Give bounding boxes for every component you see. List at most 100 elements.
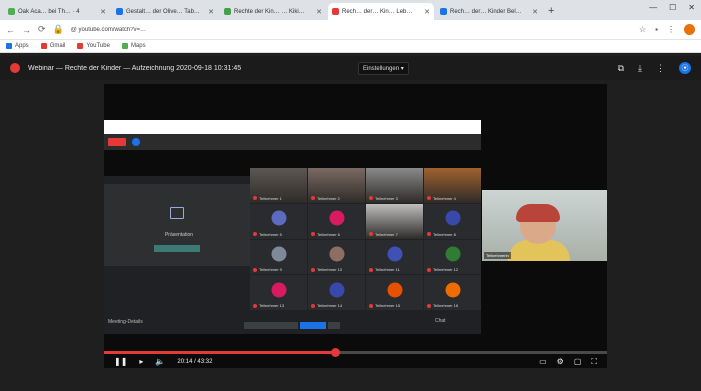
watch-later-icon[interactable]: ⧉ [618, 63, 624, 74]
reload-icon[interactable]: ⟳ [38, 24, 46, 35]
extension-icon[interactable]: ▪ [655, 25, 658, 34]
muted-mic-icon [427, 196, 431, 201]
participant-name: Teilnehmer 5 [253, 232, 305, 237]
close-window-icon[interactable]: ✕ [688, 3, 695, 12]
tab-label: Rech… der… Kinder Bel… [450, 8, 522, 15]
more-icon[interactable]: ⋮ [656, 63, 665, 74]
browser-tab[interactable]: Rechte der Kin… … Kiki… ✕ [220, 3, 326, 20]
participant-tile: Teilnehmer 16 [424, 275, 481, 310]
pause-icon[interactable]: ❚❚ [114, 357, 127, 366]
account-avatar-icon[interactable]: ⦿ [679, 62, 691, 74]
menu-icon[interactable]: ⋮ [667, 25, 675, 34]
maximize-icon[interactable]: ☐ [669, 3, 676, 12]
participant-avatar [329, 282, 344, 298]
participant-name: Teilnehmer 1 [253, 196, 305, 201]
bookmark-label: Gmail [49, 43, 66, 49]
browser-tab[interactable]: Rech… der… Kinder Bel… ✕ [436, 3, 542, 20]
muted-mic-icon [311, 232, 315, 236]
video-progress-bar[interactable] [104, 348, 607, 357]
muted-mic-icon [253, 267, 257, 272]
participant-tile: Teilnehmer 6 [308, 203, 365, 239]
address-bar: ← → ⟳ 🔒 @ youtube.com/watch?v=… ☆ ▪ ⋮ [0, 20, 701, 40]
tab-label: Oak Aca… bei Th… · 4 [18, 8, 80, 15]
present-screen-icon [170, 207, 184, 219]
star-icon[interactable]: ☆ [639, 25, 646, 34]
participant-name-text: Teilnehmer 5 [259, 231, 282, 237]
participant-name-text: Teilnehmer 12 [433, 267, 459, 273]
inner-address-bar [104, 120, 481, 134]
back-icon[interactable]: ← [6, 25, 15, 35]
close-icon[interactable]: ✕ [316, 8, 322, 16]
presenter-name: Teilnehmerin [484, 252, 511, 259]
browser-window: Oak Aca… bei Th… · 4 ✕ Gestalt… der Olive… [0, 0, 701, 391]
close-icon[interactable]: ✕ [208, 8, 214, 16]
participant-tile: Teilnehmer 3 [366, 168, 423, 203]
youtube-icon [77, 43, 84, 49]
participant-name: Teilnehmer 3 [369, 196, 421, 201]
muted-mic-icon [369, 232, 373, 236]
participant-name-text: Teilnehmer 13 [259, 303, 285, 308]
participant-name: Teilnehmer 12 [427, 267, 479, 272]
close-icon[interactable]: ✕ [424, 8, 430, 16]
participant-name: Teilnehmer 9 [253, 267, 305, 272]
settings-icon[interactable]: ⚙ [557, 357, 564, 367]
bookmark-item[interactable]: Gmail [40, 43, 66, 49]
participant-name-text: Teilnehmer 8 [433, 231, 456, 237]
muted-mic-icon [253, 303, 257, 308]
bookmark-item[interactable]: Apps [6, 43, 29, 49]
participant-tile: Teilnehmer 5 [250, 203, 307, 239]
close-icon[interactable]: ✕ [532, 8, 538, 16]
tab-label: Rech… der… Kin… Leb… [342, 8, 413, 15]
new-tab-button[interactable]: + [548, 3, 554, 20]
player-controls-right: ▭ ⚙ ▢ ⛶ [539, 357, 597, 367]
bookmark-label: YouTube [86, 43, 110, 49]
participant-tile: Teilnehmer 15 [366, 275, 423, 310]
bookmarks-bar: Apps Gmail YouTube Maps [0, 40, 701, 53]
recording-badge [108, 138, 126, 146]
presentation-area [104, 184, 250, 266]
participant-name-text: Teilnehmer 16 [433, 303, 459, 308]
minimize-icon[interactable]: — [649, 3, 657, 12]
share-icon[interactable]: ⤓ [638, 63, 642, 74]
participant-tile: Teilnehmer 1 [250, 168, 307, 203]
forward-icon[interactable]: → [22, 25, 31, 35]
theater-icon[interactable]: ▢ [574, 357, 582, 367]
chat-label: Chat [435, 318, 446, 324]
next-icon[interactable]: ▸ [139, 357, 143, 366]
muted-mic-icon [253, 196, 257, 201]
participant-name: Teilnehmer 14 [311, 303, 363, 308]
participant-avatar [329, 210, 344, 226]
participant-name: Teilnehmer 4 [427, 196, 479, 201]
video-top-actions: ⧉ ⤓ ⋮ ⦿ [618, 62, 691, 74]
quality-dropdown[interactable]: Einstellungen ▾ [358, 61, 409, 75]
browser-tab[interactable]: Oak Aca… bei Th… · 4 ✕ [4, 3, 110, 20]
video-top-bar: Webinar — Rechte der Kinder — Aufzeichnu… [0, 56, 701, 80]
participant-name-text: Teilnehmer 2 [317, 195, 340, 201]
lock-icon[interactable]: 🔒 [53, 24, 64, 35]
url-field[interactable]: @ youtube.com/watch?v=… [71, 27, 331, 33]
browser-tab-active[interactable]: Rech… der… Kin… Leb… ✕ [328, 3, 434, 20]
participant-tile: Teilnehmer 14 [308, 275, 365, 310]
participant-name-text: Teilnehmer 6 [317, 231, 340, 237]
participant-tile: Teilnehmer 12 [424, 239, 481, 275]
profile-avatar-icon[interactable] [684, 24, 695, 35]
presentation-label: Präsentation [164, 232, 194, 238]
participant-tile: Teilnehmer 11 [366, 239, 423, 275]
video-player[interactable]: Präsentation Teilnehmer 1 Teilnehmer 2 Tei… [104, 84, 607, 368]
meeting-app-icon [132, 138, 140, 146]
close-icon[interactable]: ✕ [100, 8, 106, 16]
muted-mic-icon [253, 232, 257, 236]
participant-tile: Teilnehmer 9 [250, 239, 307, 275]
participant-name-text: Teilnehmer 7 [375, 231, 398, 237]
bookmark-item[interactable]: Maps [121, 43, 146, 49]
fullscreen-icon[interactable]: ⛶ [591, 357, 597, 367]
browser-tab[interactable]: Gestalt… der Olive… Tab… ✕ [112, 3, 218, 20]
participant-avatar [329, 246, 344, 262]
participant-name: Teilnehmer 2 [311, 196, 363, 201]
volume-icon[interactable]: 🔈 [155, 357, 165, 366]
participant-name-text: Teilnehmer 9 [259, 267, 282, 273]
channel-logo-icon[interactable] [10, 63, 20, 73]
subtitles-icon[interactable]: ▭ [539, 357, 547, 367]
bookmark-item[interactable]: YouTube [77, 43, 110, 49]
participant-avatar [387, 246, 402, 262]
